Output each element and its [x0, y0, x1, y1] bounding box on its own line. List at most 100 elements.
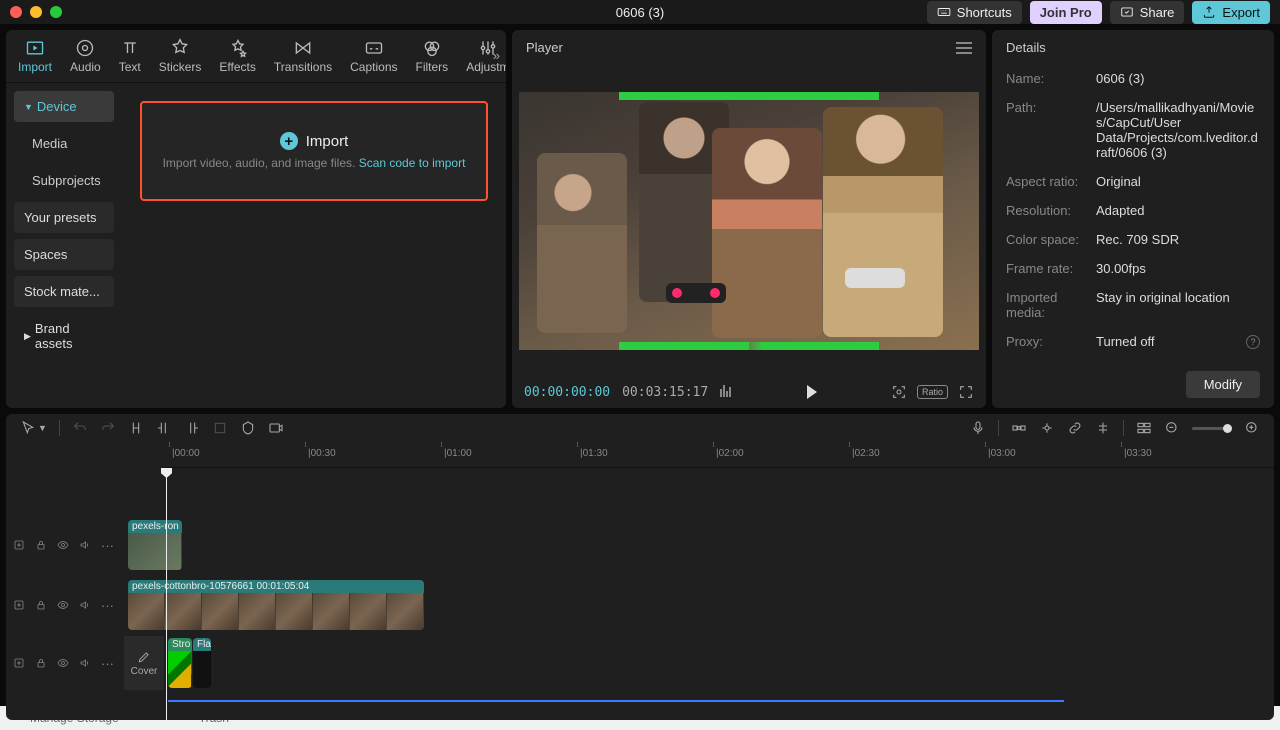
modify-button[interactable]: Modify [1186, 371, 1260, 398]
clip-pexels-ron[interactable]: pexels-ron [128, 520, 182, 570]
split-left-tool[interactable] [156, 420, 172, 436]
join-pro-button[interactable]: Join Pro [1030, 1, 1102, 24]
tabs-overflow[interactable]: » [493, 48, 500, 63]
split-right-tool[interactable] [184, 420, 200, 436]
play-button[interactable] [807, 385, 817, 399]
share-button[interactable]: Share [1110, 1, 1185, 24]
import-dropzone[interactable]: + Import Import video, audio, and image f… [140, 101, 488, 201]
tab-import[interactable]: Import [14, 34, 56, 78]
details-colorspace: Rec. 709 SDR [1096, 232, 1179, 247]
timeline-ruler[interactable]: |00:00 |00:30 |01:00 |01:30 |02:00 |02:3… [166, 442, 1274, 468]
info-icon[interactable]: ? [1246, 335, 1260, 349]
magnet-tool[interactable] [1011, 420, 1027, 436]
current-time: 00:00:00:00 [524, 385, 610, 400]
import-hint: Import video, audio, and image files. Sc… [163, 156, 466, 170]
source-spaces[interactable]: Spaces [14, 239, 114, 270]
details-panel: Details Name:0606 (3) Path:/Users/mallik… [992, 30, 1274, 408]
align-tool[interactable] [1095, 420, 1111, 436]
pencil-icon [137, 650, 151, 664]
playhead[interactable] [166, 468, 167, 720]
tab-filters[interactable]: Filters [412, 34, 453, 78]
details-fps: 30.00fps [1096, 261, 1146, 276]
link-tool[interactable] [1067, 420, 1083, 436]
source-subprojects[interactable]: Subprojects [14, 165, 114, 196]
import-label: Import [306, 133, 349, 150]
timeline-toolbar: ▼ [6, 414, 1274, 442]
track-lock-icon[interactable] [35, 599, 47, 611]
track-lock-icon[interactable] [35, 539, 47, 551]
freeze-tool[interactable] [268, 420, 284, 436]
source-stock[interactable]: Stock mate... [14, 276, 114, 307]
marker-tool[interactable] [240, 420, 256, 436]
track-more-icon[interactable]: ··· [101, 656, 114, 671]
media-panel: Import Audio Text Stickers Effects Trans… [6, 30, 506, 408]
link-preview-tool[interactable] [1039, 420, 1055, 436]
clip-pexels-cottonbro[interactable]: pexels-cottonbro-10576661 00:01:05:04 [128, 580, 424, 630]
tab-audio[interactable]: Audio [66, 34, 105, 78]
tab-effects[interactable]: Effects [215, 34, 259, 78]
details-aspect: Original [1096, 174, 1141, 189]
source-brand[interactable]: ▶Brand assets [14, 313, 114, 359]
track-mute-icon[interactable] [79, 657, 91, 669]
maximize-window[interactable] [50, 6, 62, 18]
mic-tool[interactable] [970, 420, 986, 436]
total-time: 00:03:15:17 [622, 385, 708, 400]
redo-button[interactable] [100, 420, 116, 436]
track-add-icon[interactable] [13, 539, 25, 551]
track-lock-icon[interactable] [35, 657, 47, 669]
tab-transitions[interactable]: Transitions [270, 34, 336, 78]
audio-track-line [168, 700, 1064, 702]
crop-tool[interactable] [212, 420, 228, 436]
media-source-list: ▼Device Media Subprojects Your presets S… [6, 83, 122, 408]
fullscreen-icon[interactable] [958, 384, 974, 400]
details-imported: Stay in original location [1096, 290, 1230, 320]
details-name: 0606 (3) [1096, 71, 1144, 86]
track-controls: ··· [6, 518, 124, 572]
tab-text[interactable]: Text [115, 34, 145, 78]
player-label: Player [526, 40, 563, 55]
track-eye-icon[interactable] [57, 539, 69, 551]
track-mute-icon[interactable] [79, 539, 91, 551]
track-add-icon[interactable] [13, 657, 25, 669]
timeline-tracks[interactable]: ··· pexels-ron ··· pexels-cottonbro-1057… [6, 468, 1274, 720]
source-presets[interactable]: Your presets [14, 202, 114, 233]
split-tool[interactable] [128, 420, 144, 436]
zoom-slider[interactable] [1192, 427, 1232, 430]
clip-stro[interactable]: Stro [168, 638, 192, 688]
track-controls: ··· [6, 636, 124, 690]
cover-button[interactable]: Cover [124, 636, 164, 690]
clip-fla[interactable]: Fla [193, 638, 211, 688]
track-more-icon[interactable]: ··· [101, 598, 114, 613]
timeline: |00:00 |00:30 |01:00 |01:30 |02:00 |02:3… [6, 442, 1274, 720]
details-resolution: Adapted [1096, 203, 1144, 218]
video-preview[interactable] [519, 92, 979, 350]
close-window[interactable] [10, 6, 22, 18]
source-device[interactable]: ▼Device [14, 91, 114, 122]
track-eye-icon[interactable] [57, 657, 69, 669]
source-media[interactable]: Media [14, 128, 114, 159]
details-proxy: Turned off [1096, 334, 1155, 349]
track-more-icon[interactable]: ··· [101, 538, 114, 553]
track-view-tool[interactable] [1136, 420, 1152, 436]
details-path: /Users/mallikadhyani/Movies/CapCut/User … [1096, 100, 1260, 160]
scan-code-link[interactable]: Scan code to import [359, 156, 466, 170]
tab-stickers[interactable]: Stickers [155, 34, 206, 78]
window-controls [10, 6, 62, 18]
export-button[interactable]: Export [1192, 1, 1270, 24]
zoom-in[interactable] [1244, 420, 1260, 436]
zoom-out[interactable] [1164, 420, 1180, 436]
focus-icon[interactable] [891, 384, 907, 400]
project-title: 0606 (3) [616, 5, 664, 20]
ratio-button[interactable]: Ratio [917, 385, 948, 399]
track-controls: ··· [6, 578, 124, 632]
track-add-icon[interactable] [13, 599, 25, 611]
minimize-window[interactable] [30, 6, 42, 18]
player-menu-icon[interactable] [956, 42, 972, 54]
pointer-tool[interactable]: ▼ [20, 420, 47, 436]
undo-button[interactable] [72, 420, 88, 436]
track-eye-icon[interactable] [57, 599, 69, 611]
plus-icon: + [280, 132, 298, 150]
tab-captions[interactable]: Captions [346, 34, 401, 78]
shortcuts-button[interactable]: Shortcuts [927, 1, 1022, 24]
track-mute-icon[interactable] [79, 599, 91, 611]
